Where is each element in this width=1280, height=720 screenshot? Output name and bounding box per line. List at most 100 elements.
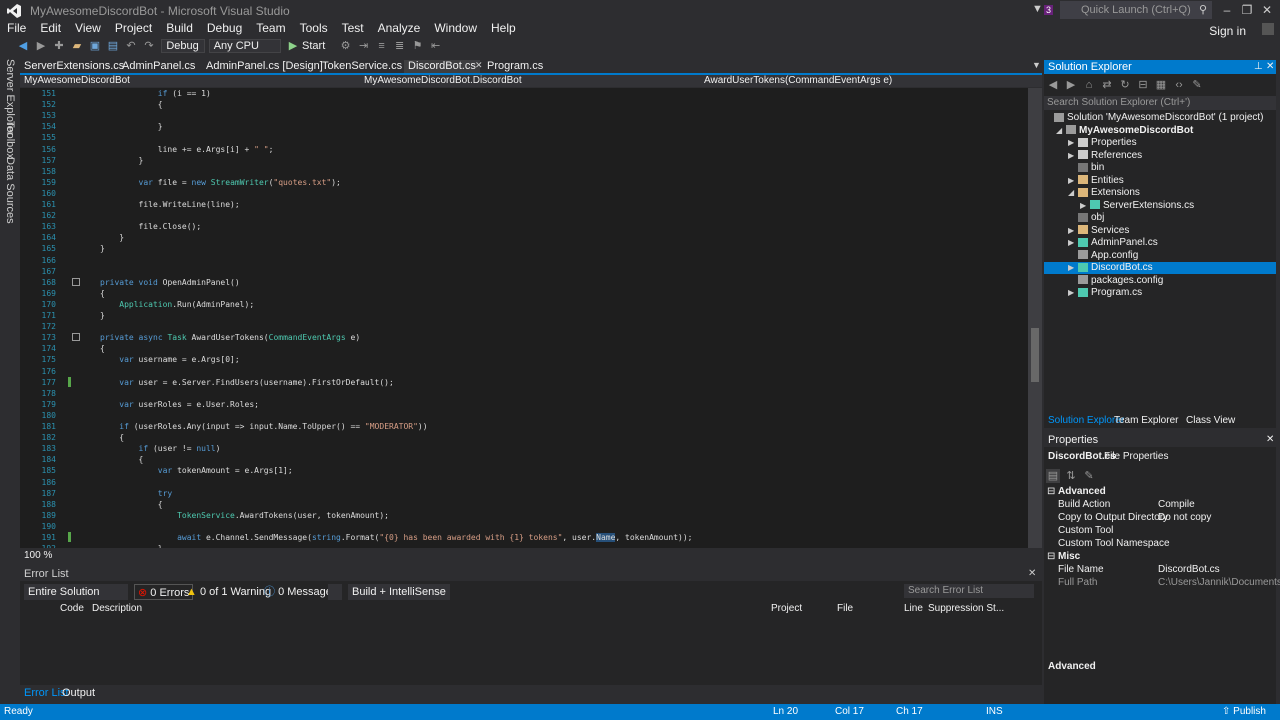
code-line[interactable]: 187 try (20, 488, 1020, 499)
scrollbar-thumb[interactable] (1031, 328, 1039, 382)
menu-edit[interactable]: Edit (33, 20, 68, 36)
tree-item[interactable]: obj (1044, 212, 1276, 224)
code-line[interactable]: 181 if (userRoles.Any(input => input.Nam… (20, 421, 1020, 432)
expand-caret-icon[interactable]: ▶ (1068, 287, 1074, 299)
tree-item[interactable]: ◢ MyAwesomeDiscordBot (1044, 125, 1276, 137)
menu-tools[interactable]: Tools (293, 20, 335, 36)
undo-icon[interactable]: ↶ (124, 39, 138, 53)
toolbox-tab[interactable]: Toolbox (4, 121, 16, 159)
property-row[interactable]: Custom Tool (1044, 524, 1276, 537)
solution-explorer-search-input[interactable]: Search Solution Explorer (Ctrl+') (1044, 96, 1276, 110)
property-row[interactable]: Build Action Compile (1044, 498, 1276, 511)
column-line[interactable]: Line (904, 603, 923, 614)
show-all-icon[interactable]: ▦ (1154, 78, 1168, 92)
pin-icon[interactable]: ⊥ (1254, 61, 1263, 72)
code-line[interactable]: 162 (20, 210, 1020, 221)
tab-discord-bot[interactable]: DiscordBot.cs (404, 60, 480, 73)
save-all-icon[interactable]: ▤ (106, 39, 120, 53)
refresh-icon[interactable]: ↻ (1118, 78, 1132, 92)
menu-project[interactable]: Project (108, 20, 159, 36)
category-misc[interactable]: ⊟ Misc (1044, 550, 1276, 563)
expand-caret-icon[interactable]: ▶ (1068, 175, 1074, 187)
code-line[interactable]: 173 private async Task AwardUserTokens(Co… (20, 332, 1020, 343)
project-dropdown[interactable]: MyAwesomeDiscordBot (24, 75, 130, 87)
tree-item[interactable]: ▶ References (1044, 150, 1276, 162)
restore-button[interactable]: ❐ (1236, 0, 1258, 20)
code-line[interactable]: 167 (20, 266, 1020, 277)
menu-file[interactable]: File (0, 20, 33, 36)
code-line[interactable]: 180 (20, 410, 1020, 421)
quick-launch-input[interactable]: Quick Launch (Ctrl+Q) ⚲ (1060, 1, 1212, 19)
code-line[interactable]: 163 file.Close(); (20, 221, 1020, 232)
tab-close-icon[interactable]: ✕ (475, 60, 483, 71)
se-forward-icon[interactable]: ▶ (1064, 78, 1078, 92)
tree-item[interactable]: ◢ Extensions (1044, 187, 1276, 199)
tree-item[interactable]: ▶ Services (1044, 225, 1276, 237)
menu-build[interactable]: Build (159, 20, 200, 36)
panel-close-icon[interactable]: ✕ (1028, 568, 1036, 579)
property-row[interactable]: Full Path C:\Users\Jannik\Documents\Visu (1044, 576, 1280, 589)
build-source-select[interactable]: Build + IntelliSense (348, 584, 450, 600)
error-list-search-input[interactable]: Search Error List (904, 584, 1034, 598)
editor-vertical-scrollbar[interactable] (1028, 88, 1042, 548)
tab-team-explorer[interactable]: Team Explorer (1114, 414, 1178, 428)
solution-platform-select[interactable]: Any CPU (208, 39, 281, 53)
tree-item[interactable]: ▶ Entities (1044, 175, 1276, 187)
tree-item[interactable]: ▶ Properties (1044, 137, 1276, 149)
property-row[interactable]: File Name DiscordBot.cs (1044, 563, 1276, 576)
code-line[interactable]: 178 (20, 388, 1020, 399)
code-line[interactable]: 182 { (20, 432, 1020, 443)
tab-token-service[interactable]: TokenService.cs (318, 60, 406, 73)
expand-caret-icon[interactable]: ◢ (1056, 125, 1062, 137)
code-line[interactable]: 174 { (20, 343, 1020, 354)
step-icon[interactable]: ⇥ (357, 39, 371, 53)
notification-badge[interactable]: 3 (1044, 5, 1054, 15)
bookmark-icon[interactable]: ⚑ (411, 39, 425, 53)
code-line[interactable]: 189 TokenService.AwardTokens(user, token… (20, 510, 1020, 521)
filter-toggle-icon[interactable] (328, 584, 342, 600)
code-line[interactable]: 176 (20, 366, 1020, 377)
code-line[interactable]: 179 var userRoles = e.User.Roles; (20, 399, 1020, 410)
code-line[interactable]: 160 (20, 188, 1020, 199)
expand-caret-icon[interactable]: ▶ (1068, 237, 1074, 249)
publish-button[interactable]: ⇧ Publish (1222, 706, 1266, 717)
menu-debug[interactable]: Debug (200, 20, 249, 36)
expand-caret-icon[interactable]: ▶ (1068, 150, 1074, 162)
se-close-icon[interactable]: ✕ (1266, 61, 1274, 72)
fold-toggle-icon[interactable] (72, 277, 80, 286)
code-line[interactable]: 192 } (20, 543, 1020, 548)
member-dropdown[interactable]: AwardUserTokens(CommandEventArgs e) (704, 75, 892, 87)
code-line[interactable]: 184 { (20, 454, 1020, 465)
code-line[interactable]: 186 (20, 477, 1020, 488)
tree-item[interactable]: ▶ ServerExtensions.cs (1044, 200, 1276, 212)
expand-caret-icon[interactable]: ▶ (1068, 225, 1074, 237)
messages-filter-button[interactable]: ⓘ 0 Messages (264, 584, 337, 600)
scope-select[interactable]: Entire Solution (24, 584, 128, 600)
code-line[interactable]: 169 { (20, 288, 1020, 299)
code-line[interactable]: 170 Application.Run(AdminPanel); (20, 299, 1020, 310)
categorized-icon[interactable]: ▤ (1046, 469, 1060, 483)
code-line[interactable]: 168 private void OpenAdminPanel() (20, 277, 1020, 288)
code-line[interactable]: 185 var tokenAmount = e.Args[1]; (20, 465, 1020, 476)
tree-item[interactable]: Solution 'MyAwesomeDiscordBot' (1 projec… (1044, 112, 1276, 124)
code-line[interactable]: 183 if (user != null) (20, 443, 1020, 454)
home-icon[interactable]: ⌂ (1082, 78, 1096, 92)
code-line[interactable]: 166 (20, 255, 1020, 266)
forward-icon[interactable]: ▶ (34, 39, 48, 53)
expand-caret-icon[interactable]: ◢ (1068, 187, 1074, 199)
zoom-level[interactable]: 100 % (24, 550, 52, 561)
menu-view[interactable]: View (68, 20, 108, 36)
menu-test[interactable]: Test (335, 20, 371, 36)
warnings-filter-button[interactable]: ▲ 0 of 1 Warning (186, 584, 271, 600)
code-line[interactable]: 177 var user = e.Server.FindUsers(userna… (20, 376, 1020, 388)
errors-filter-button[interactable]: ⊗ 0 Errors (134, 584, 194, 600)
code-line[interactable]: 157 } (20, 155, 1020, 166)
code-line[interactable]: 175 var username = e.Args[0]; (20, 354, 1020, 365)
code-line[interactable]: 154 } (20, 121, 1020, 132)
solution-configuration-select[interactable]: Debug (161, 39, 206, 53)
tree-item[interactable]: App.config (1044, 250, 1276, 262)
view-code-icon[interactable]: ‹› (1172, 78, 1186, 92)
menu-help[interactable]: Help (484, 20, 523, 36)
new-project-icon[interactable]: ✚ (52, 39, 66, 53)
alphabetical-icon[interactable]: ⇅ (1064, 469, 1078, 483)
